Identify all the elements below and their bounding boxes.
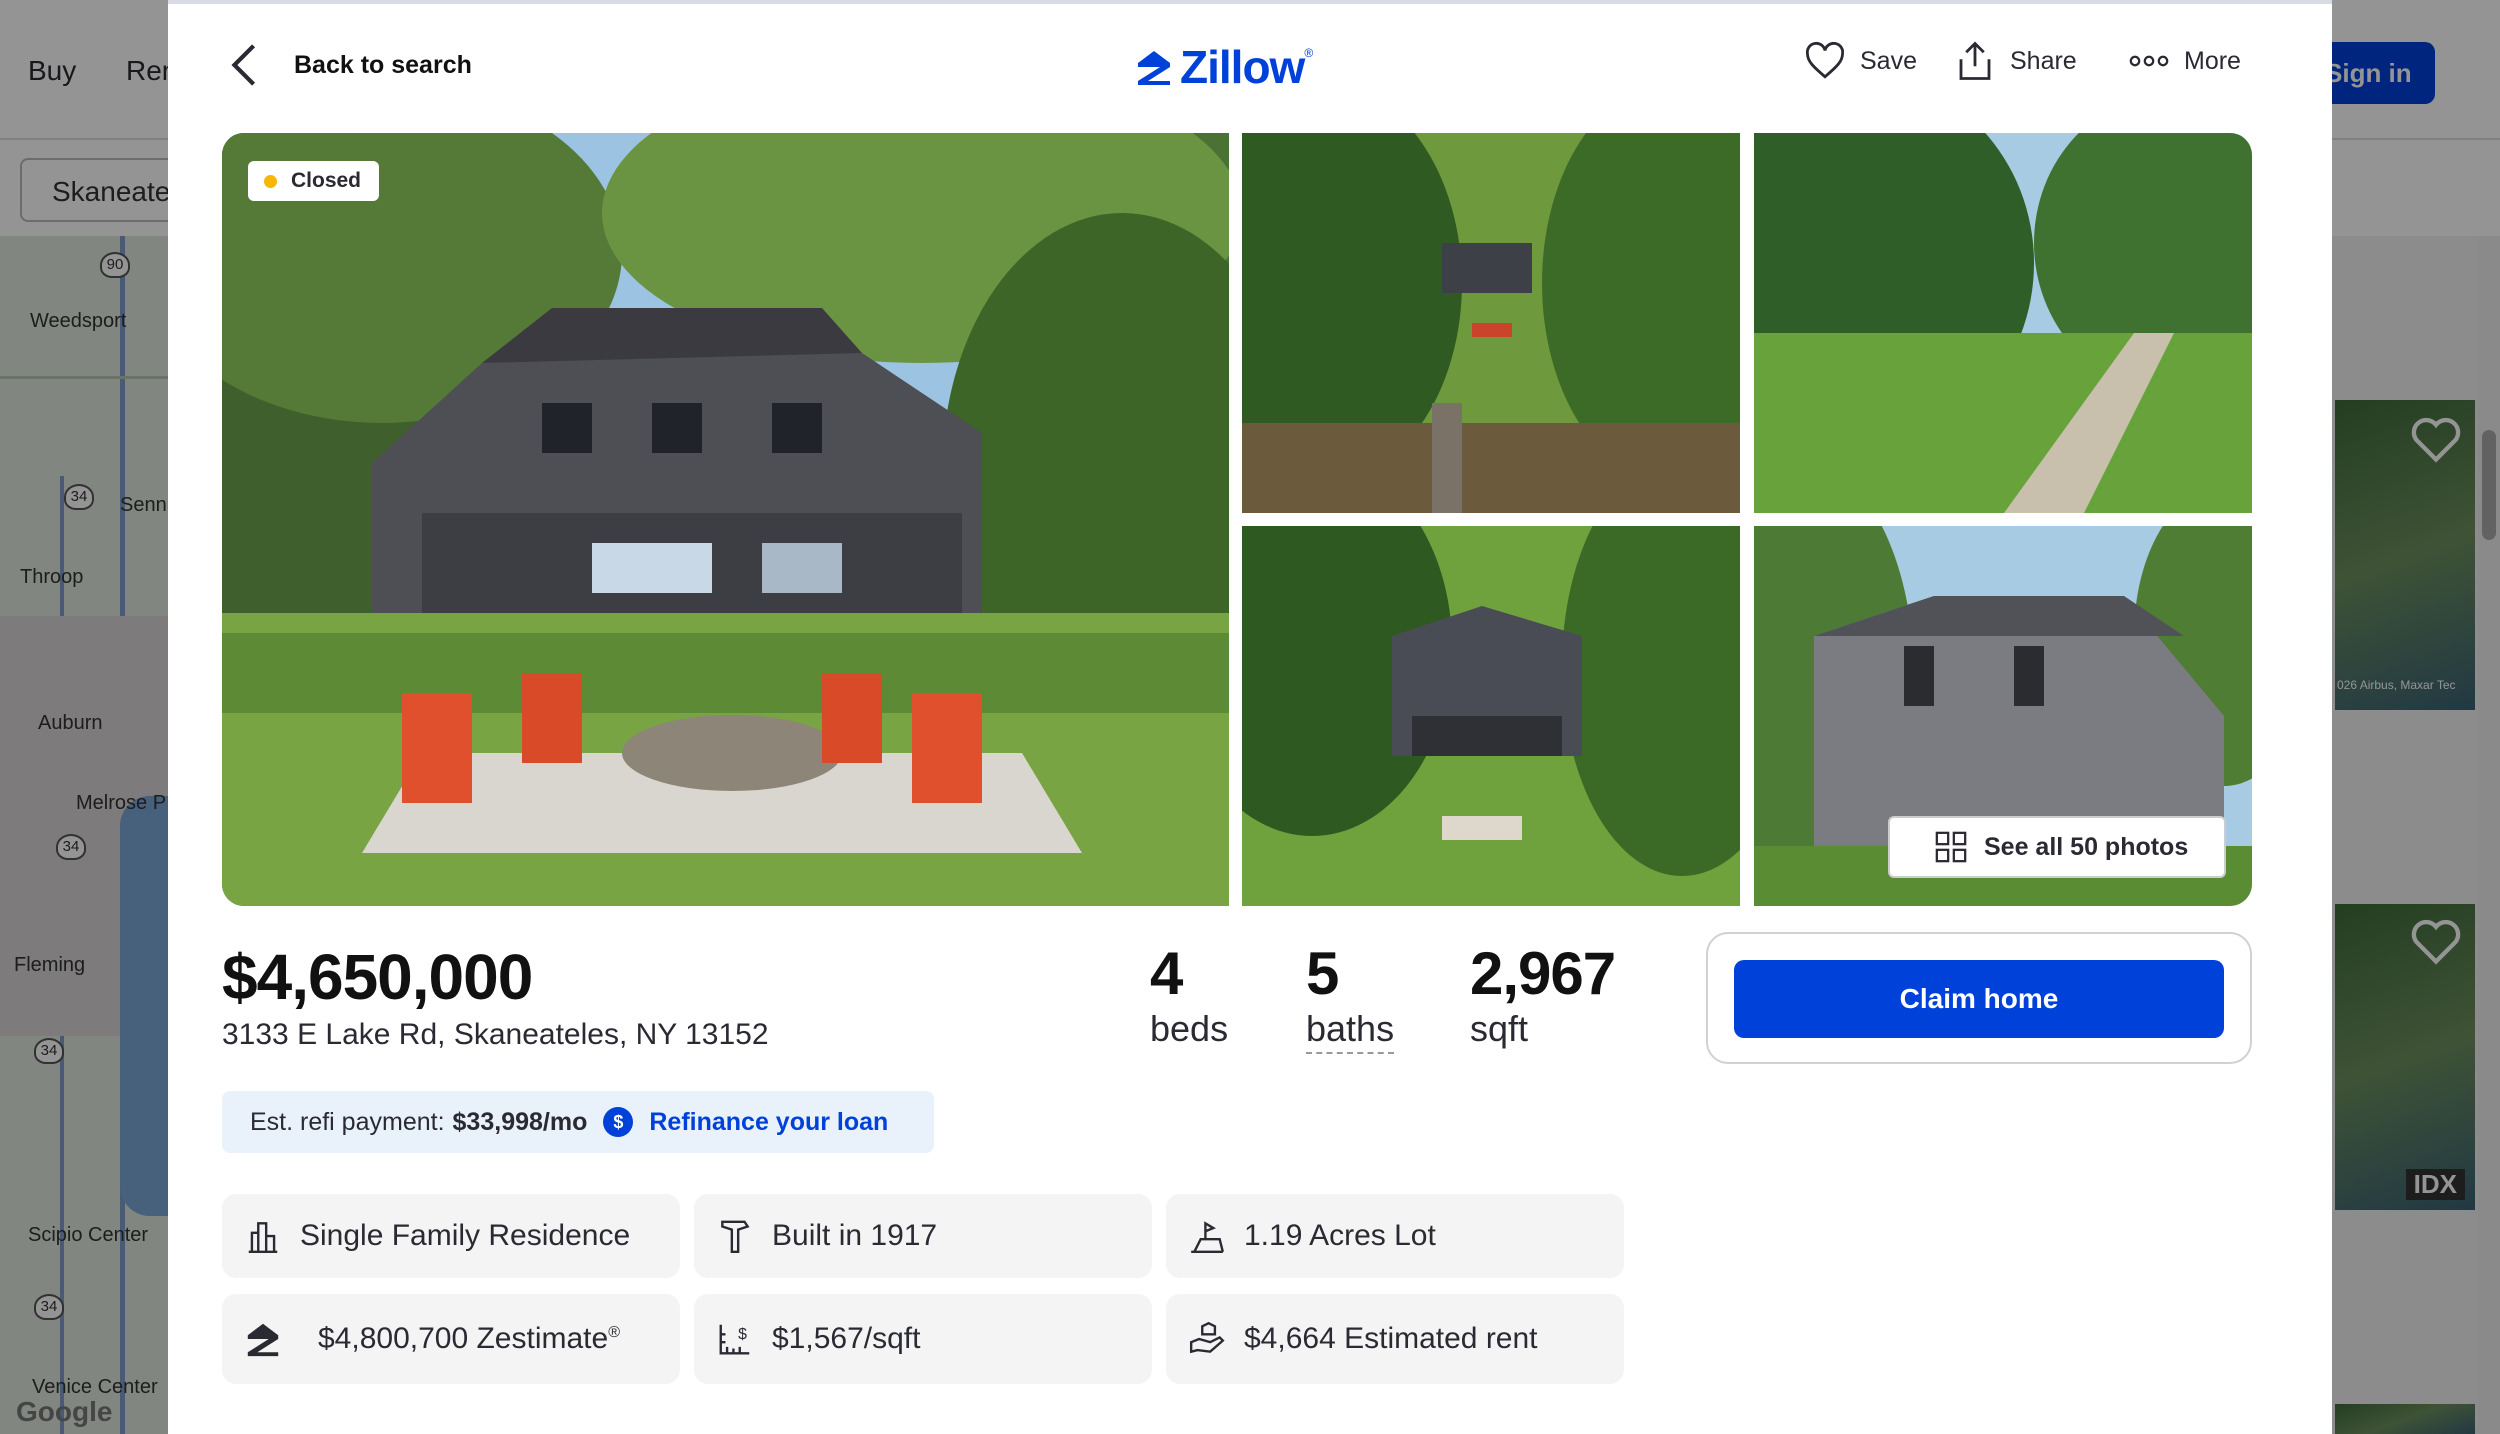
chevron-left-icon: [231, 44, 256, 86]
share-icon: [1959, 41, 1991, 80]
registered-mark: ®: [608, 1324, 620, 1341]
save-button[interactable]: Save: [1804, 40, 1917, 82]
listing-price: $4,650,000: [222, 941, 533, 1013]
dollar-icon: $: [603, 1107, 634, 1137]
listing-address: 3133 E Lake Rd, Skaneateles, NY 13152: [222, 1018, 769, 1051]
zillow-wordmark: Zillow: [1180, 41, 1305, 93]
more-label: More: [2184, 46, 2241, 75]
share-button[interactable]: Share: [1954, 40, 2077, 82]
status-badge: Closed: [248, 161, 380, 201]
fact-year-built: Built in 1917: [694, 1194, 1152, 1278]
main-photo[interactable]: Closed: [222, 133, 1229, 906]
claim-home-button[interactable]: Claim home: [1734, 960, 2224, 1038]
lot-icon: [1191, 1221, 1224, 1254]
refi-amount: $33,998/mo: [452, 1107, 588, 1136]
status-badge-label: Closed: [291, 169, 362, 192]
gallery-photo[interactable]: [1242, 133, 1740, 513]
refinance-link[interactable]: Refinance your loan: [649, 1108, 888, 1137]
gallery-photo[interactable]: [1242, 526, 1740, 906]
svg-text:$: $: [738, 1326, 747, 1343]
fact-zestimate-label: $4,800,700 Zestimate: [318, 1322, 609, 1355]
fact-lot-size-label: 1.19 Acres Lot: [1244, 1219, 1436, 1252]
fact-price-per-sqft: $ $1,567/sqft: [694, 1294, 1152, 1384]
heart-icon: [1805, 41, 1845, 79]
refi-prefix: Est. refi payment:: [250, 1107, 445, 1136]
baths-label[interactable]: baths: [1306, 1006, 1395, 1054]
back-to-search-button[interactable]: Back to search: [230, 42, 472, 88]
baths-value: 5: [1306, 940, 1339, 1007]
fact-home-type: Single Family Residence: [222, 1194, 680, 1278]
fact-estimated-rent-label: $4,664 Estimated rent: [1244, 1322, 1538, 1355]
back-to-search-label: Back to search: [294, 50, 472, 79]
beds-stat: 4 beds: [1150, 942, 1228, 1052]
see-all-photos-button[interactable]: See all 50 photos: [1888, 816, 2226, 878]
status-dot-icon: [264, 174, 277, 188]
fact-estimated-rent[interactable]: $4,664 Estimated rent: [1166, 1294, 1624, 1384]
registered-mark: ®: [1304, 46, 1314, 60]
sqft-value: 2,967: [1470, 940, 1616, 1007]
zillow-z-icon: [1138, 51, 1170, 85]
grid-icon: [1935, 831, 1967, 863]
fact-zestimate[interactable]: $4,800,700 Zestimate®: [222, 1294, 680, 1384]
claim-home-panel: Claim home: [1706, 932, 2252, 1064]
save-label: Save: [1860, 46, 1917, 75]
fact-year-built-label: Built in 1917: [772, 1219, 938, 1252]
price-per-sqft-icon: $: [719, 1324, 750, 1355]
refi-estimate-banner: Est. refi payment: $33,998/mo $ Refinanc…: [222, 1091, 934, 1153]
rent-hand-icon: [1189, 1321, 1225, 1354]
more-dots-icon: [2129, 55, 2169, 67]
beds-value: 4: [1150, 940, 1183, 1007]
photo-gallery: Closed See all 50 photos: [222, 133, 2252, 906]
beds-label: beds: [1150, 1008, 1229, 1049]
fact-price-per-sqft-label: $1,567/sqft: [772, 1322, 921, 1355]
building-icon: [248, 1222, 278, 1254]
share-label: Share: [2010, 46, 2077, 75]
sqft-label: sqft: [1470, 1008, 1529, 1049]
more-button[interactable]: More: [2128, 40, 2241, 82]
zestimate-icon: [247, 1323, 279, 1357]
fact-home-type-label: Single Family Residence: [300, 1219, 631, 1252]
baths-stat[interactable]: 5 baths: [1306, 940, 1395, 1054]
hammer-icon: [721, 1220, 750, 1254]
see-all-photos-label: See all 50 photos: [1984, 832, 2189, 861]
zillow-logo[interactable]: Zillow ®: [1134, 40, 1313, 94]
gallery-photo[interactable]: [1754, 133, 2252, 513]
property-details-modal: Back to search Zillow ® Save Share More: [168, 0, 2332, 1434]
fact-lot-size: 1.19 Acres Lot: [1166, 1194, 1624, 1278]
sqft-stat: 2,967 sqft: [1470, 940, 1616, 1052]
